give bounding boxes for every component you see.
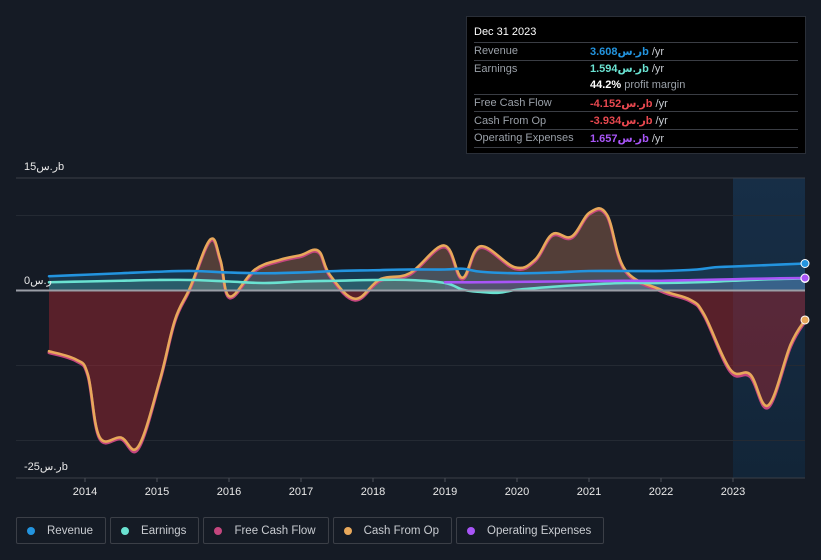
tooltip-row-profit-margin: 44.2% profit margin (474, 77, 798, 95)
legend-label: Revenue (47, 524, 94, 537)
revenue-end-point (800, 259, 810, 268)
chart-legend: Revenue Earnings Free Cash Flow Cash Fro… (16, 517, 605, 544)
cash-from-op-area-negative (49, 290, 805, 450)
legend-label: Operating Expenses (487, 524, 592, 537)
tooltip-value: 3.608ر.سb/yr (590, 45, 665, 58)
cash-from-op-end-point (800, 315, 810, 325)
legend-item-cash-from-op[interactable]: Cash From Op (332, 517, 453, 544)
legend-dot-icon (467, 526, 476, 535)
x-tick-label: 2015 (145, 486, 169, 498)
legend-label: Cash From Op (363, 524, 440, 537)
tooltip-row-earnings: Earnings 1.594ر.سb/yr (474, 61, 798, 78)
x-tick-label: 2023 (721, 486, 745, 498)
tooltip-value: 44.2% profit margin (590, 79, 686, 92)
legend-item-revenue[interactable]: Revenue (16, 517, 107, 544)
y-axis-bottom-label: -25ر.سb (24, 461, 68, 473)
x-tick-label: 2017 (289, 486, 313, 498)
x-tick-label: 2018 (361, 486, 385, 498)
tooltip-label: Operating Expenses (474, 132, 574, 145)
legend-label: Free Cash Flow (234, 524, 316, 537)
tooltip-label: Cash From Op (474, 114, 547, 127)
legend-label: Earnings (141, 524, 187, 537)
legend-dot-icon (121, 526, 130, 535)
tooltip-value: -3.934ر.سb/yr (590, 115, 668, 128)
tooltip-label: Earnings (474, 62, 518, 75)
tooltip-row-free-cash-flow: Free Cash Flow -4.152ر.سb/yr (474, 95, 798, 113)
operating-expenses-end-point (800, 273, 810, 283)
x-tick-label: 2016 (217, 486, 241, 498)
tooltip-label: Revenue (474, 45, 519, 58)
x-tick-label: 2022 (649, 486, 673, 498)
tooltip-row-operating-expenses: Operating Expenses 1.657ر.سb/yr (474, 130, 798, 148)
y-axis-top-label: 15ر.سb (24, 161, 64, 173)
y-axis-zero-label: 0ر.س (24, 275, 52, 287)
tooltip-value: 1.594ر.سb/yr (590, 63, 665, 76)
legend-dot-icon (214, 526, 223, 535)
legend-item-free-cash-flow[interactable]: Free Cash Flow (203, 517, 329, 544)
tooltip-row-cash-from-op: Cash From Op -3.934ر.سb/yr (474, 112, 798, 130)
tooltip-label: Free Cash Flow (474, 97, 552, 110)
legend-dot-icon (27, 526, 35, 535)
legend-item-earnings[interactable]: Earnings (110, 517, 200, 544)
tooltip-row-revenue: Revenue 3.608ر.سb/yr (474, 43, 798, 61)
tooltip-value: 1.657ر.سb/yr (590, 132, 665, 145)
x-tick-label: 2021 (577, 486, 601, 498)
x-tick-label: 2019 (433, 486, 457, 498)
tooltip-date: Dec 31 2023 (474, 23, 798, 43)
x-tick-label: 2020 (505, 486, 529, 498)
tooltip-value: -4.152ر.سb/yr (590, 97, 668, 110)
tooltip-panel: Dec 31 2023 Revenue 3.608ر.سb/yr Earning… (466, 16, 806, 154)
legend-dot-icon (343, 526, 352, 535)
x-tick-label: 2014 (73, 486, 97, 498)
legend-item-operating-expenses[interactable]: Operating Expenses (456, 517, 605, 544)
